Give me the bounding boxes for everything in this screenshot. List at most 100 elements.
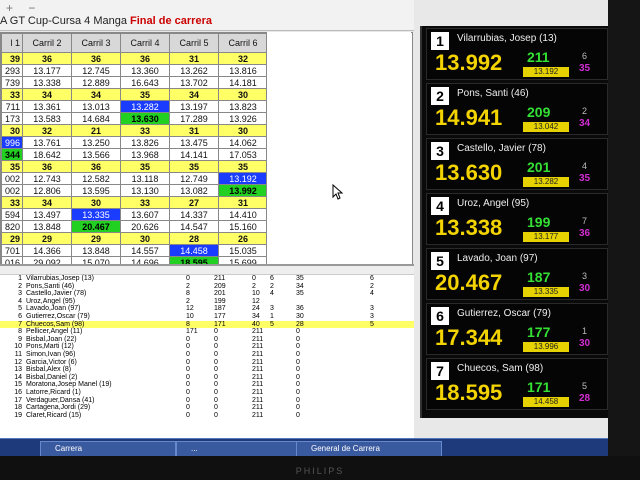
standing-c2: 0 [214, 343, 218, 351]
list-item[interactable]: 11 Simon,Ivan (96) 0 0 211 0 [0, 351, 414, 359]
standing-pos: 3 [18, 290, 22, 298]
standing-c2: 199 [214, 297, 226, 305]
lap-cell: 33 [1, 88, 23, 101]
list-item[interactable]: 5 Lavado,Joan (97) 12 187 24 3 36 3 [0, 305, 414, 313]
table-row: 820 13.848 20.467 20.626 14.547 15.160 [1, 220, 268, 233]
lap-cell: 13.816 [218, 64, 268, 77]
list-item[interactable]: 15 Moratona,Josep Manel (19) 0 0 211 0 [0, 381, 414, 389]
lap-cell: 29 [71, 232, 121, 245]
lap-cell: 13.282 [120, 100, 170, 113]
list-item[interactable]: 13 Bisbal,Alex (8) 0 0 211 0 [0, 366, 414, 374]
lap-count: 211 [527, 49, 550, 65]
lap-cell: 14.458 [169, 244, 219, 257]
best-lap-time: 13.996 [523, 342, 569, 352]
lane-header: Carril 3 [71, 33, 121, 53]
table-row: 33 34 30 33 27 31 [1, 196, 268, 209]
last-lap-time: 13.992 [435, 50, 503, 75]
driver-name: Pons, Santi (46) [457, 88, 529, 99]
lap-cell: 34 [71, 88, 121, 101]
lap-cell: 14.366 [22, 244, 72, 257]
list-item[interactable]: 12 Garcia,Victor (6) 0 0 211 0 [0, 359, 414, 367]
best-lap-time: 14.458 [523, 397, 569, 407]
standing-c5: 0 [296, 381, 300, 389]
list-item[interactable]: 16 Latorre,Ricard (1) 0 0 211 0 [0, 389, 414, 397]
lap-cell: 13.583 [22, 112, 72, 125]
standing-c4: 2 [270, 282, 274, 290]
table-row: 173 13.583 14.684 13.630 17.289 13.926 [1, 112, 268, 125]
standing-c3: 211 [252, 343, 264, 351]
gap-value: 7 [582, 216, 588, 226]
list-item[interactable]: 6 Gutierrez,Oscar (79) 10 177 34 1 30 3 [0, 313, 414, 321]
driver-card: 1 Vilarrubias, Josep (13) 13.992 211 13.192 6… [426, 28, 608, 80]
lap-cell: 13.361 [22, 100, 72, 113]
lap-cell: 344 [1, 148, 23, 161]
standing-c5: 0 [296, 388, 300, 396]
standing-c6: 3 [370, 312, 374, 320]
lap-count: 171 [527, 379, 551, 395]
driver-name: Lavado, Joan (97) [457, 253, 538, 264]
lap-cell: 739 [1, 76, 23, 89]
lap-cell: 13.826 [120, 136, 170, 149]
standing-name: Bisbal,Daniel (2) [26, 373, 78, 381]
lap-cell: 35 [1, 160, 23, 173]
lap-cell: 30 [218, 88, 268, 101]
standing-name: Chuecos,Sam (98) [26, 320, 85, 328]
driver-name: Vilarrubias, Josep (13) [457, 33, 557, 44]
standing-c4: 5 [270, 320, 274, 328]
standing-name: Uroz,Angel (95) [26, 297, 76, 305]
lane-value: 35 [579, 173, 591, 184]
standing-c5: 0 [296, 335, 300, 343]
standing-pos: 18 [14, 404, 22, 412]
driver-name: Chuecos, Sam (98) [457, 363, 544, 374]
list-item[interactable]: 8 Pellicer,Angel (11) 171 0 211 0 [0, 328, 414, 336]
standing-pos: 16 [14, 388, 22, 396]
lap-cell: 12.743 [22, 172, 72, 185]
lap-cell: 13.702 [169, 76, 219, 89]
table-row: 39 36 36 36 31 32 [1, 52, 268, 65]
lap-cell: 12.745 [71, 64, 121, 77]
lap-cell: 13.335 [71, 208, 121, 221]
list-item[interactable]: 17 Verdaguer,Dansa (41) 0 0 211 0 [0, 397, 414, 405]
lap-cell: 31 [169, 52, 219, 65]
lap-cell: 13.595 [71, 184, 121, 197]
list-item[interactable]: 2 Pons,Santi (46) 2 209 2 2 34 2 [0, 283, 414, 291]
lane-value: 36 [579, 228, 591, 239]
standing-c5: 0 [296, 373, 300, 381]
lap-cell: 14.547 [169, 220, 219, 233]
standing-c3: 211 [252, 335, 264, 343]
list-item[interactable]: 14 Bisbal,Daniel (2) 0 0 211 0 [0, 374, 414, 382]
lap-cell: 13.262 [169, 64, 219, 77]
list-item[interactable]: 18 Cartagena,Jordi (29) 0 0 211 0 [0, 404, 414, 412]
leaderboard-panel: 1 Vilarrubias, Josep (13) 13.992 211 13.192 6… [420, 26, 608, 418]
standing-c5: 35 [296, 275, 304, 282]
table-row: 996 13.761 13.250 13.826 13.475 14.062 [1, 136, 268, 149]
standing-c5: 0 [296, 411, 300, 419]
standing-name: Pons,Santi (46) [26, 282, 75, 290]
list-item[interactable]: 19 Claret,Ricard (15) 0 0 211 0 [0, 412, 414, 420]
lane-value: 30 [579, 338, 591, 349]
list-item[interactable]: 1 Vilarrubias,Josep (13) 0 211 0 6 35 6 [0, 275, 414, 283]
toolbar-icons[interactable]: + − [6, 1, 41, 15]
task-window-2[interactable]: ... [176, 441, 302, 457]
lap-cell: 13.497 [22, 208, 72, 221]
standing-c2: 0 [214, 350, 218, 358]
lap-cell: 13.761 [22, 136, 72, 149]
list-item[interactable]: 3 Castello,Javier (78) 8 201 10 4 35 4 [0, 290, 414, 298]
standing-pos: 17 [14, 396, 22, 404]
standing-c4: 6 [270, 275, 274, 282]
task-general-carrera[interactable]: General de Carrera [296, 441, 442, 457]
list-item[interactable]: 9 Bisbal,Joan (22) 0 0 211 0 [0, 336, 414, 344]
standing-c2: 0 [214, 411, 218, 419]
list-item[interactable]: 4 Uroz,Angel (95) 2 199 12 [0, 298, 414, 306]
lap-count: 199 [527, 214, 551, 230]
standing-c2: 0 [214, 328, 218, 336]
lap-cell: 39 [1, 52, 23, 65]
last-lap-time: 17.344 [435, 325, 503, 350]
list-item[interactable]: 7 Chuecos,Sam (98) 8 171 40 5 28 5 [0, 320, 414, 329]
standing-c1: 2 [186, 297, 190, 305]
list-item[interactable]: 10 Pons,Marti (12) 0 0 211 0 [0, 343, 414, 351]
lap-cell: 996 [1, 136, 23, 149]
table-row: 29 29 29 30 28 26 [1, 232, 268, 245]
task-carrera[interactable]: Carrera [40, 441, 176, 457]
standing-c3: 12 [252, 297, 260, 305]
